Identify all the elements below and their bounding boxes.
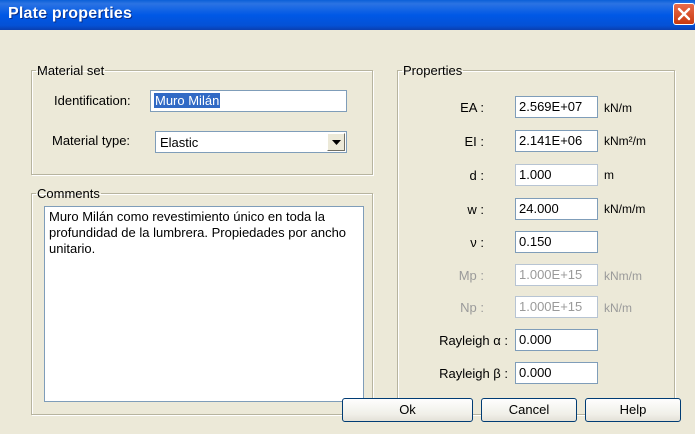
- window-title: Plate properties: [8, 5, 133, 22]
- nu-label: ν :: [470, 235, 484, 250]
- comments-text: Muro Milán como revestimiento único en t…: [49, 209, 347, 256]
- mp-label: Mp :: [458, 268, 484, 283]
- identification-input[interactable]: Muro Milán: [150, 90, 347, 112]
- rayleigh-beta-label: Rayleigh β :: [439, 366, 508, 381]
- material-type-label: Material type:: [52, 133, 131, 148]
- close-button[interactable]: [673, 3, 695, 25]
- close-icon: [677, 7, 691, 21]
- np-label: Np :: [460, 300, 484, 315]
- dialog-client: Material set Identification: Muro Milán …: [0, 30, 695, 434]
- material-type-select[interactable]: Elastic: [155, 131, 347, 153]
- d-label: d :: [469, 168, 484, 183]
- w-input[interactable]: 24.000: [515, 198, 598, 220]
- help-button[interactable]: Help: [585, 398, 681, 422]
- title-bar: Plate properties: [0, 0, 695, 30]
- identification-value: Muro Milán: [154, 93, 221, 108]
- rayleigh-beta-input[interactable]: 0.000: [515, 362, 598, 384]
- comments-legend: Comments: [37, 186, 100, 201]
- ei-label: EI :: [464, 134, 484, 149]
- d-value: 1.000: [515, 164, 598, 186]
- cancel-button[interactable]: Cancel: [481, 398, 577, 422]
- material-set-group: Material set: [31, 63, 373, 175]
- properties-legend: Properties: [403, 63, 463, 78]
- nu-input[interactable]: 0.150: [515, 231, 598, 253]
- cancel-button-label: Cancel: [508, 402, 550, 417]
- rayleigh-alpha-input[interactable]: 0.000: [515, 329, 598, 351]
- w-label: w :: [467, 202, 484, 217]
- ok-button-label: Ok: [399, 402, 416, 417]
- rayleigh-alpha-label: Rayleigh α :: [439, 333, 508, 348]
- mp-unit: kNm/m: [604, 269, 642, 283]
- ei-unit: kNm²/m: [604, 134, 646, 148]
- np-unit: kN/m: [604, 301, 632, 315]
- material-type-value: Elastic: [160, 135, 199, 150]
- material-set-legend: Material set: [37, 63, 105, 78]
- ea-label: EA :: [460, 100, 484, 115]
- help-button-label: Help: [619, 402, 647, 417]
- w-unit: kN/m/m: [604, 202, 646, 216]
- chevron-down-icon: [332, 140, 341, 145]
- mp-input: 1.000E+15: [515, 264, 598, 286]
- comments-textarea[interactable]: Muro Milán como revestimiento único en t…: [44, 206, 364, 402]
- np-input: 1.000E+15: [515, 296, 598, 318]
- d-unit: m: [604, 168, 614, 182]
- identification-label: Identification:: [54, 93, 131, 108]
- ea-unit: kN/m: [604, 101, 632, 115]
- ea-input[interactable]: 2.569E+07: [515, 96, 598, 118]
- material-type-dropdown-button[interactable]: [327, 133, 345, 151]
- ei-input[interactable]: 2.141E+06: [515, 130, 598, 152]
- ok-button[interactable]: Ok: [342, 398, 473, 422]
